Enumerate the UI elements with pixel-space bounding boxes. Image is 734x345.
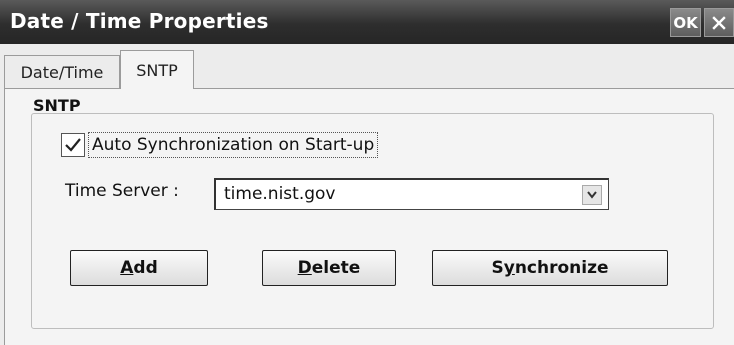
- tab-date-time[interactable]: Date/Time: [4, 55, 120, 88]
- chevron-down-icon: [587, 191, 597, 199]
- tab-sntp[interactable]: SNTP: [120, 50, 194, 89]
- title-bar: Date / Time Properties OK: [0, 0, 734, 44]
- delete-label-rest: elete: [311, 258, 361, 278]
- close-button[interactable]: [704, 8, 734, 37]
- time-server-value[interactable]: time.nist.gov: [224, 184, 336, 204]
- delete-button[interactable]: Delete: [262, 250, 396, 286]
- synchronize-button[interactable]: Sy nchronize: [432, 250, 668, 286]
- synchronize-label-rest: nchronize: [514, 258, 609, 278]
- time-server-label: Time Server :: [65, 181, 179, 201]
- auto-sync-label[interactable]: Auto Synchronization on Start-up: [88, 132, 379, 158]
- sntp-group-label: SNTP: [33, 96, 81, 115]
- time-server-combobox[interactable]: time.nist.gov: [214, 178, 609, 210]
- checkmark-icon: [65, 138, 81, 152]
- synchronize-mnemonic: y: [503, 258, 515, 278]
- add-label-rest: dd: [133, 258, 158, 278]
- close-icon: [712, 15, 726, 30]
- synchronize-label-pre: S: [491, 258, 504, 278]
- add-button[interactable]: Add: [70, 250, 208, 286]
- auto-sync-checkbox[interactable]: [61, 133, 85, 157]
- window-title: Date / Time Properties: [10, 9, 269, 33]
- delete-mnemonic: D: [297, 258, 312, 278]
- ok-button[interactable]: OK: [670, 8, 701, 37]
- add-mnemonic: A: [120, 258, 134, 278]
- dropdown-button[interactable]: [582, 185, 602, 205]
